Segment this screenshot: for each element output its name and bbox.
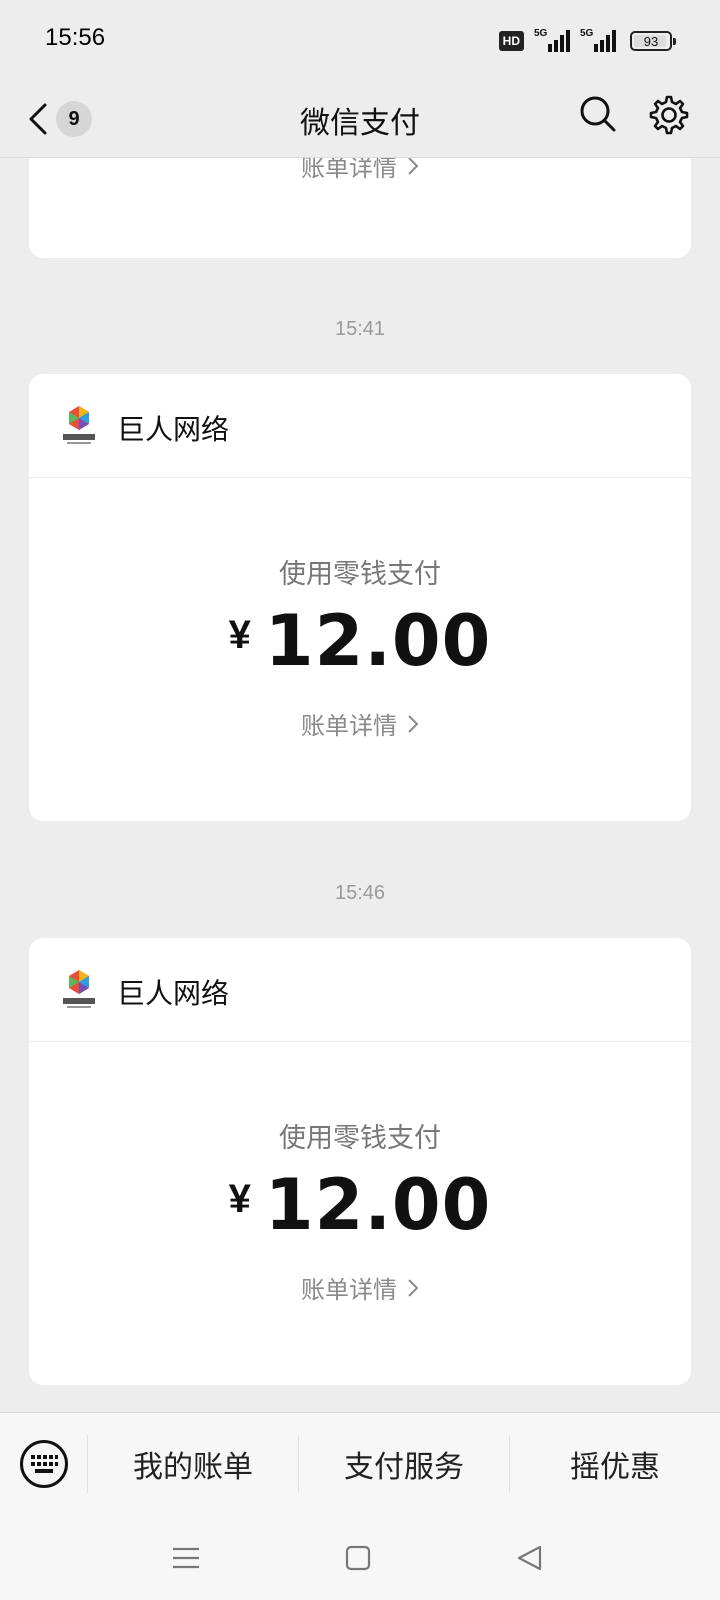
currency-symbol: ¥ [228,1177,251,1221]
message-timestamp: 15:41 [334,318,386,340]
battery-percent: 93 [643,33,659,49]
status-bar: 15:56 HD 5G 5G 93 [0,0,720,80]
payment-amount: ¥ 12.00 [29,606,691,676]
sim2-network-label: 5G [580,28,594,39]
menu-shake-offers[interactable]: 摇优惠 [510,1435,720,1493]
home-square-icon[interactable] [340,1540,376,1576]
keyboard-icon[interactable] [19,1439,69,1489]
gear-icon[interactable] [648,94,690,136]
hd-voice-icon: HD [498,31,524,51]
payment-method: 使用零钱支付 [279,559,441,590]
amount-value: 12.00 [264,600,492,682]
message-timestamp: 15:46 [334,882,386,904]
menu-my-bills[interactable]: 我的账单 [88,1435,298,1493]
signal-sim2-icon: 5G [580,28,616,52]
chevron-right-icon [408,1278,419,1297]
back-triangle-icon[interactable] [512,1540,548,1576]
merchant-name: 巨人网络 [117,413,230,446]
chevron-right-icon [408,714,419,733]
payment-card[interactable]: 巨人网络 使用零钱支付 ¥ 12.00 账单详情 [29,938,691,1385]
battery-icon: 93 [630,31,676,51]
bill-detail-label: 账单详情 [301,158,397,182]
amount-value: 12.00 [264,1164,492,1246]
bill-detail-label: 账单详情 [301,712,397,740]
merchant-logo-icon [63,406,95,444]
bill-detail-link[interactable]: 账单详情 [29,158,691,183]
system-navigation-bar [0,1516,720,1600]
chevron-right-icon [408,158,419,175]
merchant-name: 巨人网络 [117,977,230,1010]
bill-detail-label: 账单详情 [301,1276,397,1304]
sim1-network-label: 5G [534,28,548,39]
merchant-header: 巨人网络 [29,938,691,1042]
payment-card-partial: 账单详情 [29,158,691,258]
merchant-header: 巨人网络 [29,374,691,478]
payment-amount: ¥ 12.00 [29,1170,691,1240]
bill-detail-link[interactable]: 账单详情 [29,1270,691,1305]
message-feed[interactable]: 账单详情 15:41 巨人网络 使用零钱支付 ¥ 12.00 账单详情 15:4… [0,158,720,1412]
payment-card[interactable]: 巨人网络 使用零钱支付 ¥ 12.00 账单详情 [29,374,691,821]
merchant-logo-icon [63,970,95,1008]
currency-symbol: ¥ [228,613,251,657]
menu-icon[interactable] [168,1540,204,1576]
bill-detail-link[interactable]: 账单详情 [29,706,691,741]
service-menu-bar: 我的账单 支付服务 摇优惠 [0,1412,720,1516]
signal-sim1-icon: 5G [534,28,570,52]
status-time: 15:56 [45,24,106,51]
payment-method: 使用零钱支付 [279,1123,441,1154]
search-icon[interactable] [578,94,618,134]
menu-payment-services[interactable]: 支付服务 [299,1435,509,1493]
status-icons: HD 5G 5G 93 [498,28,676,54]
